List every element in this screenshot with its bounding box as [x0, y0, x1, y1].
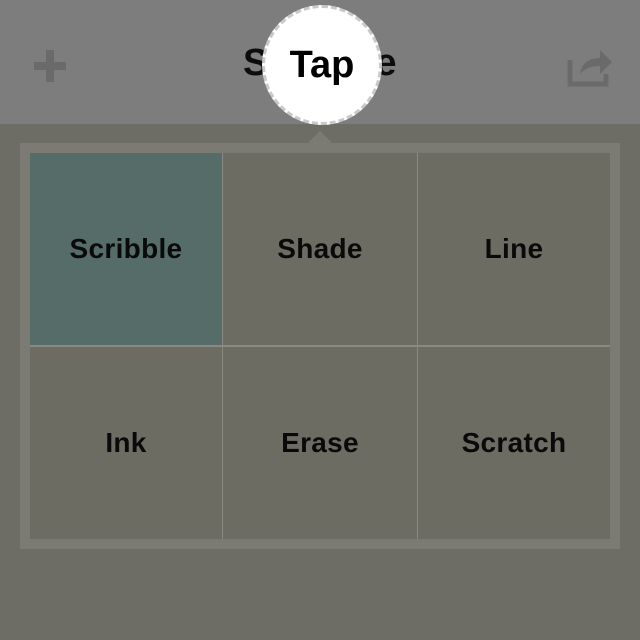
brush-option-ink[interactable]: Ink	[30, 347, 222, 539]
share-button[interactable]	[564, 40, 616, 92]
brush-option-line[interactable]: Line	[418, 153, 610, 345]
brush-option-scratch[interactable]: Scratch	[418, 347, 610, 539]
brush-option-shade[interactable]: Shade	[223, 153, 417, 345]
tap-hint-label: Tap	[289, 43, 355, 86]
screen: Scribble Scribble Shade Line Ink Erase S…	[0, 0, 640, 640]
brush-grid: Scribble Shade Line Ink Erase Scratch	[30, 153, 610, 539]
share-icon	[567, 50, 612, 87]
brush-option-scribble[interactable]: Scribble	[30, 153, 222, 345]
brush-menu-popover: Scribble Shade Line Ink Erase Scratch	[20, 143, 620, 549]
tap-hint-bubble: Tap	[262, 5, 382, 125]
brush-option-erase[interactable]: Erase	[223, 347, 417, 539]
